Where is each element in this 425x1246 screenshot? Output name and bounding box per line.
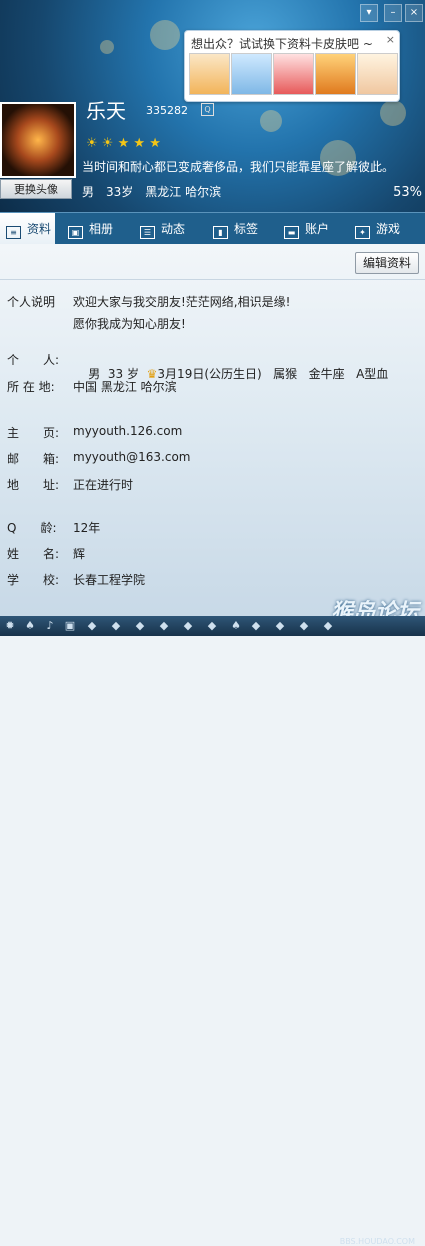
qage-label: Q 龄: bbox=[7, 521, 57, 535]
skin-thumb-5[interactable] bbox=[357, 53, 398, 95]
address-label: 地 址: bbox=[7, 478, 60, 492]
edit-profile-button[interactable]: 编辑资料 bbox=[355, 252, 419, 274]
star-icon: ★ bbox=[149, 136, 161, 151]
tab-bar: ≡ 资料 ▣ 相册 ☰ 动态 ▮ 标签 ▬ 账户 ✦ 游戏 bbox=[0, 212, 425, 245]
diamond-icon[interactable]: ◆ bbox=[206, 620, 218, 632]
settings-icon[interactable]: ✹ bbox=[4, 620, 16, 632]
personal-label: 个 人: bbox=[7, 353, 60, 367]
nickname: 乐天 bbox=[86, 99, 126, 123]
skin-thumb-1[interactable] bbox=[189, 53, 230, 95]
diamond-icon[interactable]: ◆ bbox=[86, 620, 98, 632]
diamond-icon[interactable]: ◆ bbox=[158, 620, 170, 632]
qq-badge-icon: Q bbox=[201, 103, 214, 116]
profile-header: ▾ – × 想出众？试试换下资料卡皮肤吧 ~ × 更换头像 乐天 335282 … bbox=[0, 0, 425, 212]
star-icon: ★ bbox=[117, 136, 130, 151]
location-label: 所 在 地: bbox=[7, 380, 55, 394]
tab-album[interactable]: ▣ 相册 bbox=[68, 213, 113, 245]
email-label: 邮 箱: bbox=[7, 452, 60, 466]
sun-icon: ☀ bbox=[86, 136, 98, 151]
skin-thumb-3[interactable] bbox=[273, 53, 314, 95]
change-avatar-button[interactable]: 更换头像 bbox=[0, 179, 72, 199]
tab-account[interactable]: ▬ 账户 bbox=[284, 213, 329, 245]
avatar[interactable] bbox=[0, 102, 76, 178]
school-label: 学 校: bbox=[7, 573, 60, 587]
star-sign-value: 金牛座 bbox=[308, 367, 345, 381]
intro-line-2: 愿你我成为知心朋友! bbox=[73, 317, 186, 331]
tab-tags[interactable]: ▮ 标签 bbox=[213, 213, 258, 245]
tab-games[interactable]: ✦ 游戏 bbox=[355, 213, 400, 245]
profile-content: 编辑资料 个人说明 欢迎大家与我交朋友!茫茫网络,相识是缘! 愿你我成为知心朋友… bbox=[0, 244, 425, 616]
intro-label: 个人说明 bbox=[7, 295, 56, 309]
skin-icon[interactable]: ▾ bbox=[360, 4, 378, 22]
tooltip-close-icon[interactable]: × bbox=[386, 33, 395, 46]
diamond-icon[interactable]: ◆ bbox=[274, 620, 286, 632]
diamond-icon[interactable]: ◆ bbox=[110, 620, 122, 632]
skin-tooltip[interactable]: 想出众？试试换下资料卡皮肤吧 ~ × bbox=[184, 30, 400, 102]
qage-value: 12年 bbox=[73, 521, 101, 535]
diamond-icon[interactable]: ◆ bbox=[182, 620, 194, 632]
watermark-url: BBS.HOUDAO.COM bbox=[339, 1237, 415, 1246]
star-icon: ★ bbox=[133, 136, 146, 151]
diamond-icon[interactable]: ◆ bbox=[322, 620, 334, 632]
skin-thumb-2[interactable] bbox=[231, 53, 272, 95]
diamond-icon[interactable]: ◆ bbox=[134, 620, 146, 632]
bottom-icon-bar: ✹ ♠ ♪ ▣ ◆ ◆ ◆ ◆ ◆ ◆ ♠ ◆ ◆ ◆ ◆ BBS.HOUDAO… bbox=[0, 616, 425, 1246]
divider bbox=[0, 279, 425, 280]
name-value: 辉 bbox=[73, 547, 86, 561]
intro-line-1: 欢迎大家与我交朋友!茫茫网络,相识是缘! bbox=[73, 295, 291, 309]
qq-number: 335282 bbox=[146, 104, 188, 117]
qq-level[interactable]: ☀ ☀ ★ ★ ★ bbox=[86, 136, 161, 152]
zodiac-value: 属猴 bbox=[273, 367, 298, 381]
close-icon[interactable]: × bbox=[405, 4, 423, 22]
email-link[interactable]: myyouth@163.com bbox=[73, 450, 191, 464]
profile-completion: 53% bbox=[393, 185, 422, 200]
video-icon[interactable]: ▣ bbox=[64, 620, 76, 632]
music-icon[interactable]: ♪ bbox=[44, 620, 56, 632]
photo-album-icon: ▣ bbox=[68, 226, 83, 239]
homepage-label: 主 页: bbox=[7, 426, 60, 440]
sun-icon: ☀ bbox=[101, 136, 114, 151]
bookmark-tag-icon: ▮ bbox=[213, 226, 228, 239]
penguin-icon[interactable]: ♠ bbox=[230, 620, 242, 632]
blood-type-value: A型血 bbox=[356, 367, 389, 381]
minimize-icon[interactable]: – bbox=[384, 4, 402, 22]
school-value: 长春工程学院 bbox=[73, 573, 146, 587]
basic-info: 男 33岁 黑龙江 哈尔滨 bbox=[82, 185, 222, 199]
tab-feed[interactable]: ☰ 动态 bbox=[140, 213, 185, 245]
location-value: 中国 黑龙江 哈尔滨 bbox=[73, 380, 177, 394]
game-icon: ✦ bbox=[355, 226, 370, 239]
skin-thumb-4[interactable] bbox=[315, 53, 356, 95]
homepage-link[interactable]: myyouth.126.com bbox=[73, 424, 182, 438]
profile-card-icon: ≡ bbox=[6, 226, 21, 239]
address-value: 正在进行时 bbox=[73, 478, 134, 492]
signature[interactable]: 当时间和耐心都已变成奢侈品，我们只能靠星座了解彼此。 bbox=[82, 158, 394, 175]
briefcase-account-icon: ▬ bbox=[284, 226, 299, 239]
skin-tooltip-text: 想出众？试试换下资料卡皮肤吧 ~ bbox=[191, 37, 373, 51]
name-label: 姓 名: bbox=[7, 547, 60, 561]
diamond-icon[interactable]: ◆ bbox=[250, 620, 262, 632]
diamond-icon[interactable]: ◆ bbox=[298, 620, 310, 632]
penguin-icon[interactable]: ♠ bbox=[24, 620, 36, 632]
tab-profile[interactable]: ≡ 资料 bbox=[0, 213, 55, 245]
feed-list-icon: ☰ bbox=[140, 226, 155, 239]
